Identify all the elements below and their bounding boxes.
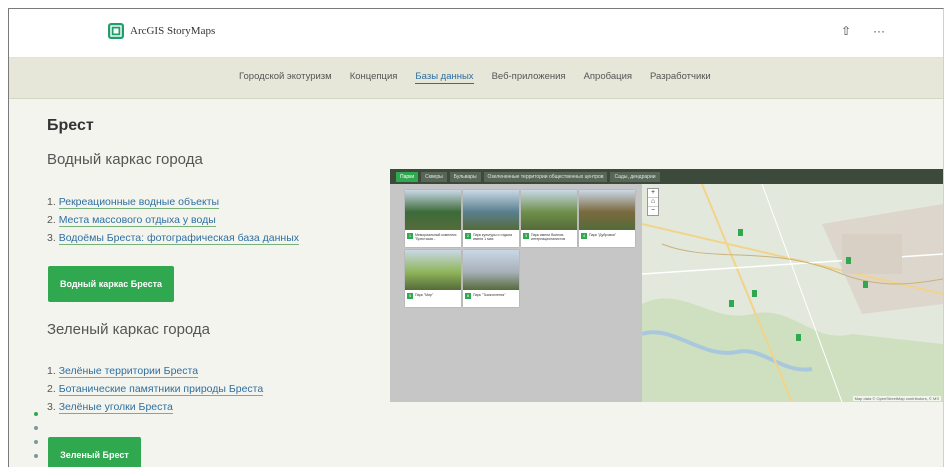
app-tab[interactable]: Озелененные территории общественных цент… [483, 171, 608, 182]
card-caption: 6 Парк "Тысячелетия" [465, 293, 517, 305]
list-item: 2. Места массового отдыха у воды [47, 211, 299, 229]
logo-text: ArcGIS StoryMaps [130, 25, 216, 37]
zoom-out-button[interactable]: − [648, 207, 658, 215]
home-icon[interactable]: ⌂ [648, 198, 658, 207]
share-icon[interactable]: ⇧ [841, 24, 851, 38]
list-number: 2. [47, 214, 56, 226]
list-number: 3. [47, 232, 56, 244]
card-number: 6 [465, 293, 471, 299]
card-number: 1 [407, 233, 413, 239]
park-photo [579, 190, 635, 230]
nav-item[interactable]: Базы данных [415, 71, 474, 84]
card-caption: 2 Парк культуры и отдыха имени 1 мая [465, 233, 517, 245]
zoom-in-button[interactable]: + [648, 189, 658, 198]
list-number: 1. [47, 196, 56, 208]
section-dots-nav [34, 412, 38, 467]
story-link[interactable]: Места массового отдыха у воды [58, 214, 216, 227]
card-caption: 4 Парк "Дубровка" [581, 233, 633, 245]
list-item: 1. Рекреационные водные объекты [47, 193, 299, 211]
more-options-icon[interactable]: ··· [873, 24, 885, 38]
card-title: Парк "Тысячелетия" [473, 293, 506, 297]
park-photo [463, 190, 519, 230]
park-marker[interactable] [738, 229, 743, 236]
story-link[interactable]: Рекреационные водные объекты [58, 196, 220, 209]
card-title: Мемориальный комплекс "Брестская... [415, 233, 457, 241]
app-tab[interactable]: Парки [396, 171, 419, 182]
section-dot[interactable] [34, 454, 38, 458]
story-link[interactable]: Зелёные территории Бреста [58, 365, 199, 378]
card-title: Парк "Дубровка" [589, 233, 616, 237]
gallery-card[interactable]: 5 Парк "Мир" [405, 250, 461, 307]
park-marker[interactable] [729, 300, 734, 307]
storymaps-logo[interactable]: ArcGIS StoryMaps [108, 23, 215, 39]
app-tab[interactable]: Скверы [421, 171, 447, 182]
city-title: Брест [47, 117, 94, 134]
card-title: Парк имени Воинов-интернационалистов [531, 233, 566, 241]
card-number: 5 [407, 293, 413, 299]
app-tab[interactable]: Бульвары [449, 171, 481, 182]
photo-gallery: 1 Мемориальный комплекс "Брестская... 2 Пар… [390, 184, 642, 402]
park-photo [463, 250, 519, 290]
gallery-card[interactable]: 6 Парк "Тысячелетия" [463, 250, 519, 307]
gallery-card[interactable]: 4 Парк "Дубровка" [579, 190, 635, 247]
list-item: 1. Зелёные территории Бреста [47, 362, 263, 380]
card-number: 3 [523, 233, 529, 239]
map-attribution: Map data © OpenStreetMap contributors, ©… [852, 396, 941, 401]
park-photo [405, 190, 461, 230]
embedded-web-app: Парки Скверы Бульвары Озелененные территори… [390, 169, 943, 402]
map-canvas [642, 184, 943, 402]
section-dot[interactable] [34, 412, 38, 416]
gallery-card[interactable]: 3 Парк имени Воинов-интернационалистов [521, 190, 577, 247]
list-number: 3. [47, 401, 56, 413]
story-link[interactable]: Зелёные уголки Бреста [58, 401, 173, 414]
nav-item[interactable]: Апробация [584, 71, 632, 84]
park-marker[interactable] [846, 257, 851, 264]
park-marker[interactable] [752, 290, 757, 297]
top-bar: ArcGIS StoryMaps ⇧ ··· [9, 9, 943, 58]
city-map[interactable]: + ⌂ − Map data © OpenStreetMap contribut… [642, 184, 943, 402]
browser-frame: ArcGIS StoryMaps ⇧ ··· Городской экотури… [8, 8, 944, 467]
nav-item[interactable]: Веб-приложения [492, 71, 566, 84]
card-number: 2 [465, 233, 471, 239]
gallery-card[interactable]: 1 Мемориальный комплекс "Брестская... [405, 190, 461, 247]
list-number: 1. [47, 365, 56, 377]
water-links-list: 1. Рекреационные водные объекты 2. Места … [47, 193, 300, 247]
app-tab[interactable]: Сады, дендрарии [610, 171, 660, 182]
water-framework-heading: Водный каркас города [47, 151, 203, 168]
list-number: 2. [47, 383, 56, 395]
card-caption: 5 Парк "Мир" [407, 293, 459, 305]
water-framework-button[interactable]: Водный каркас Бреста [48, 266, 174, 302]
card-title: Парк "Мир" [415, 293, 434, 297]
green-brest-button[interactable]: Зеленый Брест [48, 437, 141, 467]
card-title: Парк культуры и отдыха имени 1 мая [473, 233, 513, 241]
section-dot[interactable] [34, 426, 38, 430]
park-marker[interactable] [796, 334, 801, 341]
gallery-card[interactable]: 2 Парк культуры и отдыха имени 1 мая [463, 190, 519, 247]
list-item: 3. Зелёные уголки Бреста [47, 398, 263, 416]
green-framework-heading: Зеленый каркас города [47, 321, 211, 338]
section-dot[interactable] [34, 440, 38, 444]
card-caption: 1 Мемориальный комплекс "Брестская... [407, 233, 459, 245]
story-navigation: Городской экотуризм Концепция Базы данных В… [9, 58, 943, 99]
card-number: 4 [581, 233, 587, 239]
green-links-list: 1. Зелёные территории Бреста 2. Ботаничес… [47, 362, 264, 416]
park-photo [405, 250, 461, 290]
storymaps-logo-icon [108, 23, 124, 39]
card-caption: 3 Парк имени Воинов-интернационалистов [523, 233, 575, 245]
story-link[interactable]: Ботанические памятники природы Бреста [58, 383, 264, 396]
nav-item[interactable]: Концепция [350, 71, 398, 84]
list-item: 2. Ботанические памятники природы Бреста [47, 380, 264, 398]
list-item: 3. Водоёмы Бреста: фотографическая база … [47, 229, 300, 247]
park-photo [521, 190, 577, 230]
map-zoom-controls: + ⌂ − [647, 188, 659, 216]
nav-item[interactable]: Разработчики [650, 71, 711, 84]
story-link[interactable]: Водоёмы Бреста: фотографическая база дан… [58, 232, 300, 245]
app-tab-bar: Парки Скверы Бульвары Озелененные территори… [390, 169, 943, 184]
park-marker[interactable] [863, 281, 868, 288]
nav-item[interactable]: Городской экотуризм [239, 71, 332, 84]
